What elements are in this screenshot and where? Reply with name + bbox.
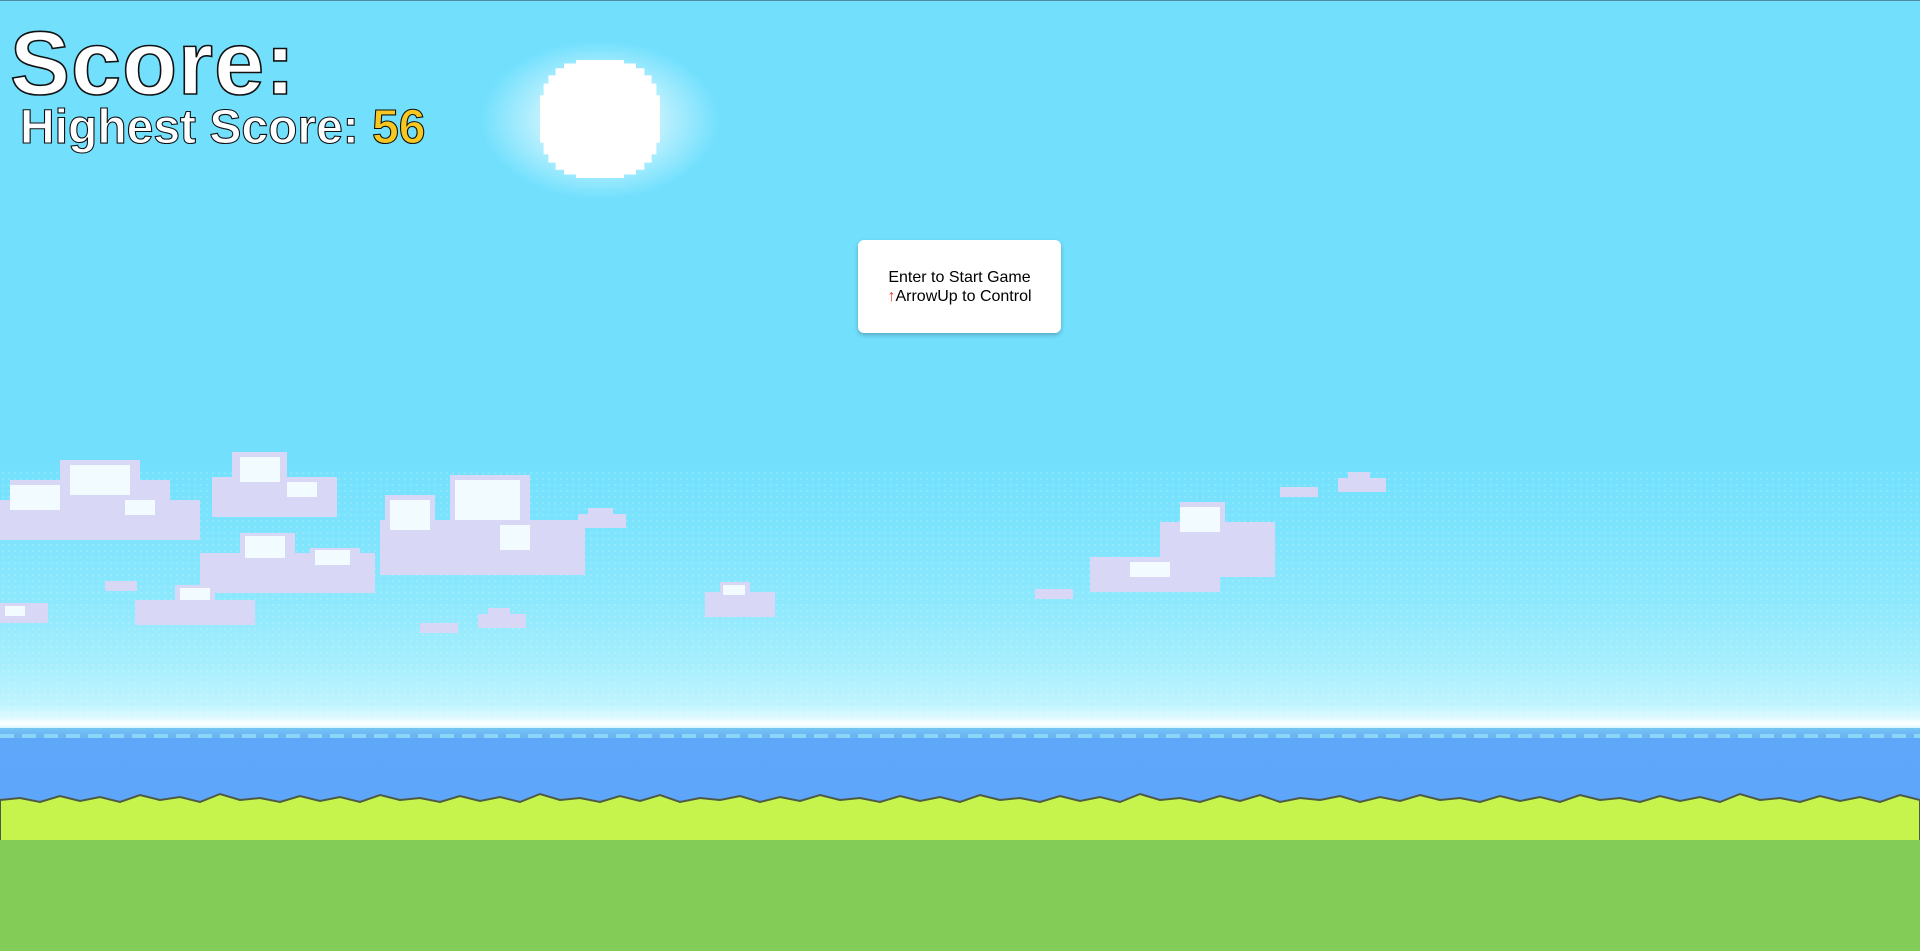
top-border <box>0 0 1920 1</box>
highest-score-value: 56 <box>372 100 426 154</box>
cloud-icon <box>1035 586 1075 602</box>
cloud-icon <box>1090 502 1285 607</box>
cloud-icon <box>1338 472 1388 496</box>
cloud-icon <box>0 440 210 560</box>
cloud-icon <box>105 578 139 594</box>
control-instruction-text: ArrowUp to Control <box>895 288 1032 305</box>
start-instruction: Enter to Start Game <box>888 269 1031 286</box>
start-dialog: Enter to Start Game ↑ArrowUp to Control <box>858 240 1061 333</box>
cloud-icon <box>478 608 528 632</box>
control-instruction: ↑ArrowUp to Control <box>858 287 1061 306</box>
ground <box>0 840 1920 951</box>
game-stage[interactable]: Score: Highest Score: 56 Enter to Start … <box>0 0 1920 951</box>
score-label: Score: <box>9 13 297 115</box>
cloud-icon <box>1280 484 1320 500</box>
cloud-icon <box>135 585 260 630</box>
cloud-icon <box>0 598 50 628</box>
cloud-icon <box>212 447 342 527</box>
sun-icon <box>540 60 660 178</box>
cloud-icon <box>380 475 595 590</box>
highest-score: Highest Score: 56 <box>19 100 426 156</box>
cloud-icon <box>420 620 460 636</box>
cloud-icon <box>705 582 777 622</box>
sea-shoreline <box>0 734 1920 738</box>
highest-score-label: Highest Score: <box>19 100 373 154</box>
cloud-icon <box>578 508 628 532</box>
